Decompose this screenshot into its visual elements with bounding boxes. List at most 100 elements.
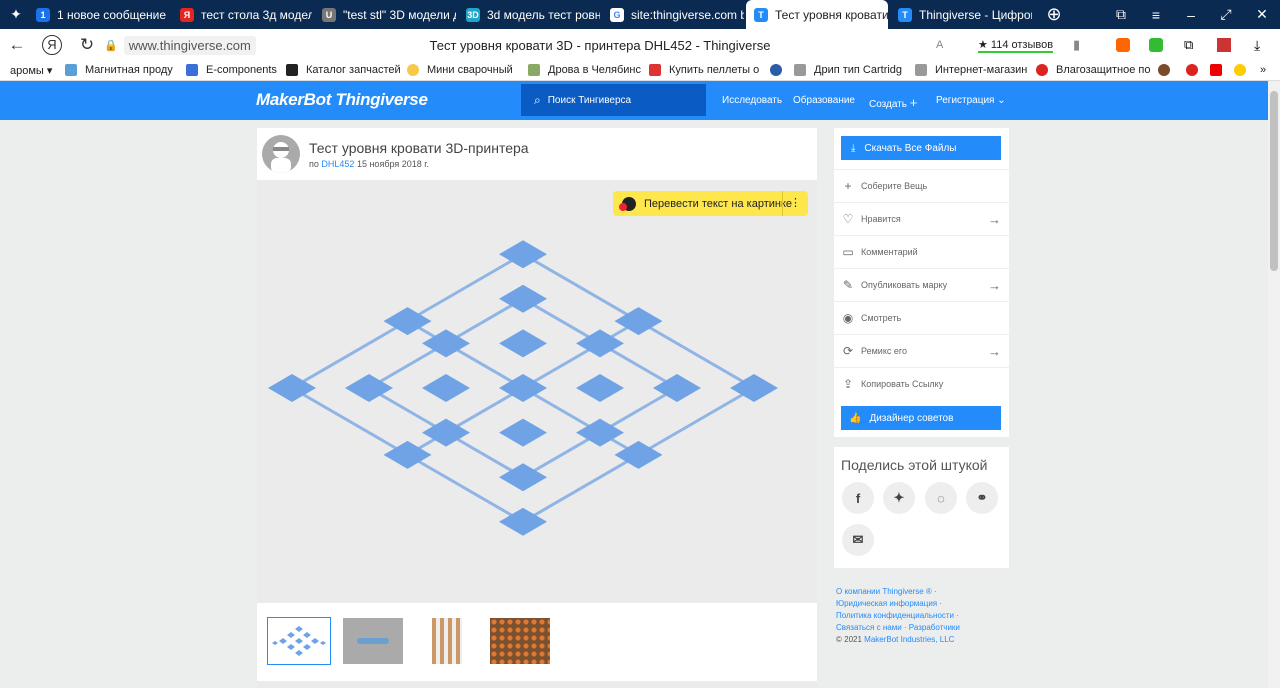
copy-link-button[interactable]: ⇪ Копировать Ссылку	[834, 367, 1009, 400]
comment-button[interactable]: ▭ Комментарий	[834, 235, 1009, 268]
bookmark-item[interactable]: Каталог запчастей	[286, 64, 401, 76]
thumbnail-3[interactable]	[432, 618, 462, 664]
back-icon[interactable]: ←	[0, 35, 34, 55]
tab-3[interactable]: U "test stl" 3D модели д	[314, 0, 456, 29]
maximize-icon[interactable]: ⤢	[1210, 0, 1242, 29]
bookmark-item[interactable]: Магнитная проду	[65, 64, 173, 76]
actions-panel: ⤓ Скачать Все Файлы + Соберите Вещь ♡ Нрави…	[834, 128, 1009, 437]
like-button[interactable]: ♡ Нравится →	[834, 202, 1009, 235]
translate-icon	[619, 196, 636, 211]
bookmark-item[interactable]: Мини сварочный	[407, 64, 513, 76]
nav-explore[interactable]: Исследовать	[722, 95, 782, 106]
thumbnail-strip	[257, 603, 817, 681]
bookmark-favicon	[1158, 64, 1170, 76]
footer-copyright: © 2021	[836, 635, 862, 644]
minimize-icon[interactable]: –	[1175, 0, 1207, 29]
eye-icon: ◉	[842, 311, 854, 325]
arrow-right-icon: →	[988, 343, 1001, 359]
remix-icon: ⟳	[842, 344, 854, 358]
collect-button[interactable]: + Соберите Вещь	[834, 169, 1009, 202]
rubik-extension-icon[interactable]	[1217, 38, 1231, 52]
thumbnail-1[interactable]	[267, 617, 331, 665]
thing-byline: по DHL452 15 ноября 2018 г.	[309, 159, 429, 169]
tip-designer-button[interactable]: 👍 Дизайнер советов	[841, 406, 1001, 430]
footer-legal[interactable]: Юридическая информация	[836, 599, 937, 608]
bookmark-item[interactable]: Дрова в Челябинс	[528, 64, 641, 76]
pencil-icon: ✎	[842, 278, 854, 292]
bookmark-item[interactable]: Дрип тип Cartridg	[794, 64, 902, 76]
tab-1[interactable]: 11 новое сообщение	[28, 0, 170, 29]
close-window-icon[interactable]: ✕	[1246, 0, 1278, 29]
remix-button[interactable]: ⟳ Ремикс его →	[834, 334, 1009, 367]
email-icon[interactable]: ✉	[842, 524, 874, 556]
facebook-icon[interactable]: f	[842, 482, 874, 514]
bookmark-item[interactable]	[1158, 64, 1178, 76]
scrollbar-thumb[interactable]	[1270, 91, 1278, 271]
share-title: Поделись этой штукой	[841, 457, 988, 473]
adguard-icon[interactable]	[1149, 38, 1163, 52]
publish-make-button[interactable]: ✎ Опубликовать марку →	[834, 268, 1009, 301]
bookmark-item[interactable]	[1186, 64, 1206, 76]
footer-about[interactable]: О компании Thingiverse ®	[836, 587, 932, 596]
more-options-icon[interactable]: ⋮	[782, 191, 808, 216]
bookmark-item[interactable]: E-components	[186, 64, 277, 76]
tab-7[interactable]: T Thingiverse - Цифровь	[890, 0, 1032, 29]
yandex-icon[interactable]: Я	[42, 35, 62, 55]
whatsapp-icon[interactable]: ◌	[925, 482, 957, 514]
search-input[interactable]: ⌕ Поиск Тингиверса	[521, 84, 706, 116]
bookmark-favicon	[286, 64, 298, 76]
bookmark-item[interactable]	[770, 64, 790, 76]
translate-image-button[interactable]: Перевести текст на картинке ⋮	[613, 191, 808, 216]
url-field[interactable]: www.thingiverse.com	[123, 35, 256, 55]
bookmark-item[interactable]	[1234, 64, 1254, 76]
more-bookmarks-icon[interactable]: »	[1260, 64, 1266, 76]
author-link[interactable]: DHL452	[321, 159, 354, 169]
address-bar: ← Я ↻ 🔒 www.thingiverse.com Тест уровня …	[0, 29, 1280, 61]
watch-button[interactable]: ◉ Смотреть	[834, 301, 1009, 334]
tabs-overview-icon[interactable]: ⧉	[1105, 0, 1137, 29]
test-pad	[499, 418, 547, 447]
test-pad	[576, 374, 624, 402]
new-tab-icon[interactable]: ⊕	[1038, 0, 1070, 29]
scrollbar[interactable]	[1268, 81, 1280, 688]
reload-icon[interactable]: ↻	[70, 35, 104, 55]
thumbnail-4[interactable]	[490, 618, 550, 664]
youtube-bookmark[interactable]	[1210, 64, 1230, 76]
bookmark-item[interactable]: Влагозащитное по	[1036, 64, 1150, 76]
download-icon: ⤓	[851, 142, 856, 154]
reviews-badge[interactable]: ★ 114 отзывов	[978, 38, 1054, 53]
download-all-button[interactable]: ⤓ Скачать Все Файлы	[841, 136, 1001, 160]
site-header: MakerBot Thingiverse ⌕ Поиск Тингиверса И…	[0, 81, 1268, 120]
test-pad	[499, 329, 547, 358]
tab-active[interactable]: TТест уровня кровати✕	[746, 0, 888, 29]
nav-register[interactable]: Регистрация ⌄	[936, 95, 1006, 106]
bookmark-item[interactable]: Интернет-магазин	[915, 64, 1027, 76]
extension-icon[interactable]: ⧉	[1184, 37, 1193, 53]
bookmark-favicon	[1234, 64, 1246, 76]
translate-icon[interactable]: A	[936, 39, 943, 51]
heart-icon: ♡	[842, 212, 854, 226]
bookmark-item[interactable]: аромы ▾	[10, 64, 52, 77]
menu-icon[interactable]: ≡	[1140, 0, 1172, 29]
bookmark-item[interactable]: Купить пеллеты о	[649, 64, 759, 76]
arrow-right-icon: →	[988, 211, 1001, 227]
nav-create[interactable]: Создать +	[869, 95, 917, 110]
site-logo[interactable]: MakerBot Thingiverse	[256, 90, 428, 110]
tab-5[interactable]: Gsite:thingiverse.com be	[602, 0, 744, 29]
footer-company[interactable]: MakerBot Industries, LLC	[864, 635, 954, 644]
twitter-icon[interactable]: ✦	[883, 482, 915, 514]
share-icon: ⇪	[842, 377, 854, 391]
link-icon[interactable]: ⚭	[966, 482, 998, 514]
avatar[interactable]	[262, 135, 300, 173]
footer-contact[interactable]: Связаться с нами	[836, 623, 902, 632]
tab-4[interactable]: 3D3d модель тест ровнос	[458, 0, 600, 29]
tab-2[interactable]: Ятест стола 3д модель –	[172, 0, 312, 29]
nav-education[interactable]: Образование	[793, 95, 855, 106]
thumbnail-2[interactable]	[343, 618, 403, 664]
brave-icon[interactable]	[1116, 38, 1130, 52]
footer-devs[interactable]: Разработчики	[909, 623, 960, 632]
lock-icon: 🔒	[104, 39, 118, 52]
bookmark-icon[interactable]: ▮	[1073, 37, 1080, 53]
footer-privacy[interactable]: Политика конфиденциальности	[836, 611, 954, 620]
download-icon[interactable]: ⤓	[1254, 37, 1260, 54]
